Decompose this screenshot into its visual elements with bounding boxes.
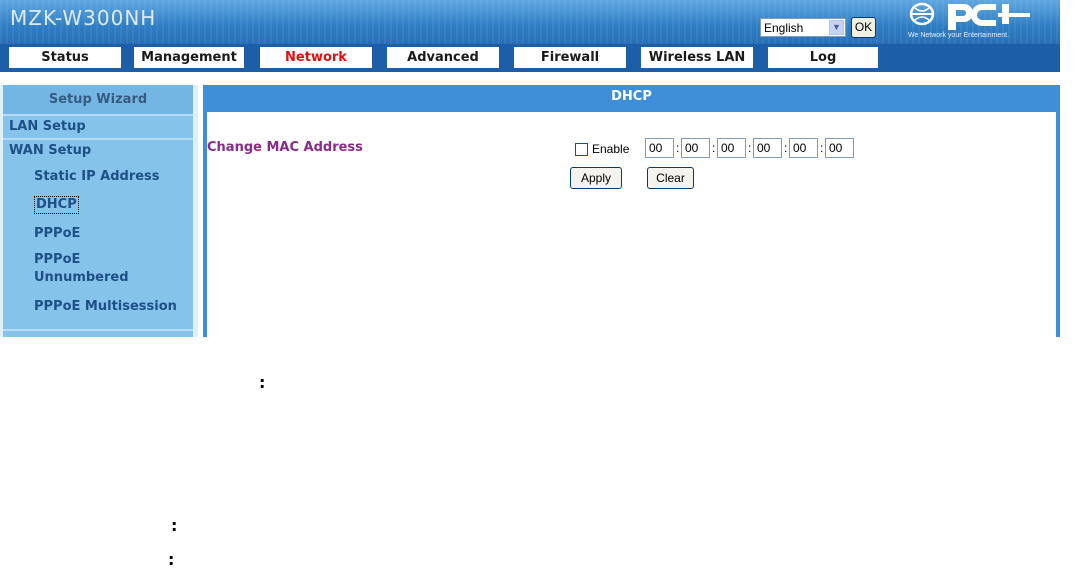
header-texture [0,0,1060,44]
mac-octet-2[interactable]: 00 [681,138,710,158]
chevron-down-icon[interactable]: ▼ [829,20,844,35]
mac-octet-4[interactable]: 00 [753,138,782,158]
sidebar: Setup Wizard LAN Setup WAN Setup Static … [0,85,198,337]
main-nav: Status Management Network Advanced Firew… [0,44,1060,72]
sidebar-item-dhcp-label: DHCP [34,196,79,214]
mac-separator: : [676,141,680,155]
sidebar-item-setup-wizard[interactable]: Setup Wizard [3,85,193,114]
content-frame: DHCP [203,85,1060,337]
sidebar-item-pppoe-unnumbered[interactable]: PPPoE Unnumbered [3,251,129,287]
sidebar-item-dhcp[interactable]: DHCP [3,196,79,214]
mac-separator: : [820,141,824,155]
colon-text: : [171,516,178,535]
language-ok-button[interactable]: OK [851,17,876,38]
sidebar-item-pppoe-unnumbered-line1: PPPoE [34,252,81,267]
apply-button[interactable]: Apply [570,167,622,189]
clear-button[interactable]: Clear [647,167,694,189]
tab-log[interactable]: Log [768,47,878,68]
mac-separator: : [748,141,752,155]
brand-tagline: We Network your Entertainment. [908,32,1010,39]
sidebar-item-pppoe[interactable]: PPPoE [3,225,80,243]
enable-label: Enable [592,142,630,156]
sidebar-item-wan-setup[interactable]: WAN Setup [9,140,91,162]
colon-text: : [168,550,175,569]
mac-octet-1[interactable]: 00 [645,138,674,158]
sidebar-item-pppoe-multisession[interactable]: PPPoE Multisession [3,298,177,316]
brand-logo: We Network your Entertainment. [908,2,1060,42]
language-select[interactable]: English ▼ [760,18,846,37]
sidebar-wan-section: WAN Setup Static IP Address DHCP PPPoE P… [3,140,193,329]
mac-octet-6[interactable]: 00 [825,138,854,158]
tab-network[interactable]: Network [260,47,372,68]
change-mac-label: Change MAC Address [207,140,363,155]
colon-text: : [259,373,266,392]
header-banner: MZK-W300NH English ▼ OK We Network your … [0,0,1060,44]
language-selected: English [764,21,804,35]
router-admin-ui: MZK-W300NH English ▼ OK We Network your … [0,0,1060,337]
mac-octet-3[interactable]: 00 [717,138,746,158]
mac-separator: : [712,141,716,155]
tab-management[interactable]: Management [134,47,244,68]
mac-octet-5[interactable]: 00 [789,138,818,158]
sidebar-next-item [3,331,193,337]
page-title: DHCP [611,89,652,104]
enable-checkbox[interactable] [575,143,588,156]
tab-status[interactable]: Status [9,47,121,68]
sidebar-item-lan-setup[interactable]: LAN Setup [3,116,193,138]
sidebar-item-pppoe-unnumbered-line2: Unnumbered [34,270,129,285]
mac-separator: : [784,141,788,155]
pci-logo-icon [909,2,1030,30]
model-name: MZK-W300NH [10,6,157,30]
tab-firewall[interactable]: Firewall [514,47,626,68]
tab-wireless-lan[interactable]: Wireless LAN [641,47,753,68]
sidebar-item-static-ip[interactable]: Static IP Address [3,168,160,186]
tab-advanced[interactable]: Advanced [387,47,499,68]
